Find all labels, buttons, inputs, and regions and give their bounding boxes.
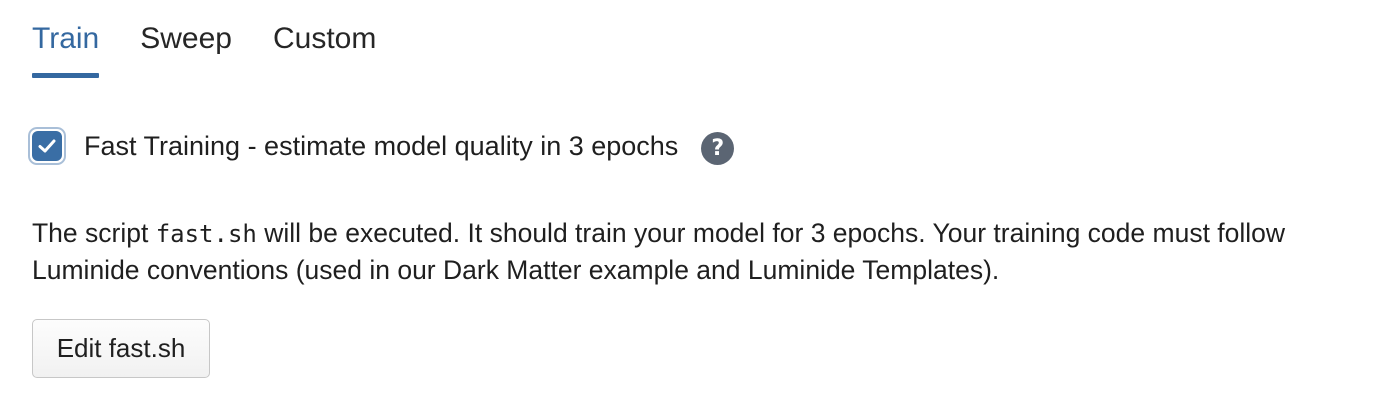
edit-script-button[interactable]: Edit fast.sh — [32, 319, 210, 378]
fast-training-checkbox[interactable] — [28, 127, 66, 165]
tab-sweep[interactable]: Sweep — [140, 0, 232, 80]
tab-bar: Train Sweep Custom — [32, 0, 417, 80]
fast-training-option: Fast Training - estimate model quality i… — [28, 124, 735, 168]
checkmark-icon — [32, 131, 62, 161]
tab-train[interactable]: Train — [32, 0, 100, 80]
description-prefix: The script — [32, 218, 156, 248]
script-description: The script fast.sh will be executed. It … — [32, 215, 1352, 288]
question-circle-icon[interactable]: ? — [701, 131, 735, 165]
script-name: fast.sh — [155, 220, 257, 248]
tab-custom[interactable]: Custom — [273, 0, 376, 80]
fast-training-label[interactable]: Fast Training - estimate model quality i… — [84, 131, 678, 162]
